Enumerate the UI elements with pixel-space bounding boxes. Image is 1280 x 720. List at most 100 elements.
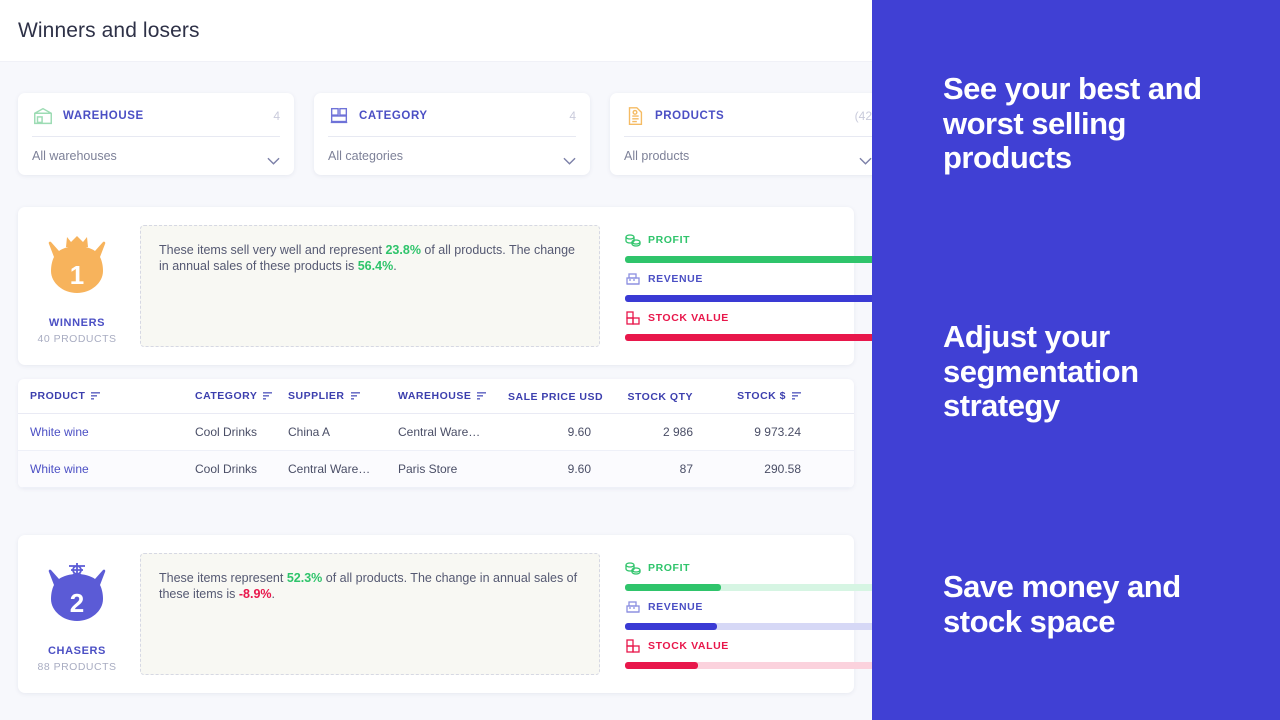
metric-bar-stock-value: STOCK VALUE	[625, 635, 854, 669]
col-label: PRODUCT	[30, 390, 85, 402]
filter-value: All products	[624, 149, 689, 163]
products-select[interactable]: All products	[624, 137, 872, 175]
col-category[interactable]: CATEGORY	[183, 379, 276, 414]
warehouse-select[interactable]: All warehouses	[32, 137, 280, 175]
metric-fill	[625, 334, 872, 341]
chevron-down-icon[interactable]	[563, 152, 576, 160]
svg-text:1: 1	[70, 260, 84, 290]
note-change: -8.9%	[239, 587, 272, 601]
filter-card-products[interactable]: PRODUCTS (42 All products	[610, 93, 872, 175]
metric-bar-profit: PROFIT	[625, 229, 854, 263]
segment-name: CHASERS	[48, 645, 106, 657]
warehouse-icon	[32, 105, 54, 127]
sort-icon[interactable]	[91, 391, 100, 403]
metric-head: STOCK VALUE	[625, 635, 854, 657]
metric-track	[625, 334, 872, 341]
metric-label: STOCK VALUE	[648, 312, 729, 324]
coins-icon	[625, 232, 641, 248]
filter-bar: WAREHOUSE 4 All warehouses	[0, 62, 872, 175]
screen: Winners and losers WAREHOUSE 4 All wareh…	[0, 0, 1280, 720]
coins-icon	[625, 560, 641, 576]
col-warehouse[interactable]: WAREHOUSE	[386, 379, 496, 414]
note-text-a: These items represent	[159, 571, 287, 585]
metric-bar-profit: PROFIT	[625, 557, 854, 591]
cell-product[interactable]: White wine	[18, 451, 183, 488]
table-header-row: PRODUCT CATEGORY SUPPLIER WAREHOUSE SALE…	[18, 379, 854, 414]
filter-count: 4	[569, 109, 576, 123]
cell-supplier: China A	[276, 414, 386, 451]
products-doc-icon	[624, 105, 646, 127]
category-select[interactable]: All categories	[328, 137, 576, 175]
segment-badge: 1 WINNERS 40 PRODUCTS	[18, 225, 136, 345]
table-row[interactable]: White wine Cool Drinks China A Central W…	[18, 414, 854, 451]
col-stock-value[interactable]: STOCK $	[705, 379, 813, 414]
cell-product[interactable]: White wine	[18, 414, 183, 451]
table: PRODUCT CATEGORY SUPPLIER WAREHOUSE SALE…	[18, 379, 854, 488]
note-share: 52.3%	[287, 571, 322, 585]
metric-fill	[625, 584, 721, 591]
metric-fill	[625, 662, 698, 669]
segment-metric-bars: PROFIT REVENUE	[600, 225, 854, 346]
filter-label: WAREHOUSE	[63, 110, 144, 122]
metric-track	[625, 295, 872, 302]
filter-header: CATEGORY 4	[328, 105, 576, 137]
col-stock-qty[interactable]: STOCK QTY	[603, 379, 705, 414]
note-change: 56.4%	[358, 259, 393, 273]
promo-heading-2: Adjust your segmentation strategy	[943, 320, 1262, 424]
note-text-c: .	[272, 587, 275, 601]
cell-warehouse: Paris Store	[386, 451, 496, 488]
metric-bar-stock-value: STOCK VALUE	[625, 307, 854, 341]
sort-icon[interactable]	[351, 391, 360, 403]
filter-header: WAREHOUSE 4	[32, 105, 280, 137]
filter-label: CATEGORY	[359, 110, 428, 122]
metric-label: PROFIT	[648, 234, 690, 246]
metric-fill	[625, 256, 872, 263]
metric-track	[625, 623, 872, 630]
chevron-down-icon[interactable]	[267, 152, 280, 160]
col-sale-price[interactable]: SALE PRICE USD	[496, 379, 603, 414]
promo-heading-1: See your best and worst selling products	[943, 72, 1262, 176]
sort-icon[interactable]	[263, 391, 272, 403]
metric-head: REVENUE	[625, 596, 854, 618]
filter-value: All warehouses	[32, 149, 117, 163]
bull-winner-icon: 1	[38, 233, 116, 307]
cell-stock-qty: 87	[603, 451, 705, 488]
col-supplier[interactable]: SUPPLIER	[276, 379, 386, 414]
segment-metric-bars: PROFIT REVENUE	[600, 553, 854, 674]
metric-head: REVENUE	[625, 268, 854, 290]
segment-products-count: 40 PRODUCTS	[37, 333, 116, 345]
table-row[interactable]: White wine Cool Drinks Central Wareh... …	[18, 451, 854, 488]
filter-card-warehouse[interactable]: WAREHOUSE 4 All warehouses	[18, 93, 294, 175]
cash-register-icon	[625, 271, 641, 287]
cell-category: Cool Drinks	[183, 451, 276, 488]
segment-note: These items sell very well and represent…	[140, 225, 600, 347]
metric-fill	[625, 623, 717, 630]
segment-badge: 2 CHASERS 88 PRODUCTS	[18, 553, 136, 673]
note-share: 23.8%	[385, 243, 420, 257]
metric-label: PROFIT	[648, 562, 690, 574]
cell-supplier: Central Wareh...	[276, 451, 386, 488]
category-boxes-icon	[328, 105, 350, 127]
col-product[interactable]: PRODUCT	[18, 379, 183, 414]
filter-value: All categories	[328, 149, 403, 163]
sort-icon[interactable]	[477, 391, 486, 403]
metric-bar-revenue: REVENUE	[625, 268, 854, 302]
chevron-down-icon[interactable]	[859, 152, 872, 160]
metric-bar-revenue: REVENUE	[625, 596, 854, 630]
promo-panel: See your best and worst selling products…	[872, 0, 1280, 720]
cell-stock-value: 290.58	[705, 451, 813, 488]
segment-card-winners: 1 WINNERS 40 PRODUCTS These items sell v…	[18, 207, 854, 365]
app-header: Winners and losers	[0, 0, 872, 62]
col-label: CATEGORY	[195, 390, 257, 402]
cell-stock-value: 9 973.24	[705, 414, 813, 451]
sort-icon[interactable]	[792, 391, 801, 403]
winners-table: PRODUCT CATEGORY SUPPLIER WAREHOUSE SALE…	[18, 379, 854, 488]
filter-card-category[interactable]: CATEGORY 4 All categories	[314, 93, 590, 175]
metric-track	[625, 662, 872, 669]
metric-head: PROFIT	[625, 557, 854, 579]
segment-name: WINNERS	[49, 317, 105, 329]
cash-register-icon	[625, 599, 641, 615]
segment-note: These items represent 52.3% of all produ…	[140, 553, 600, 675]
col-profit[interactable]: PROFIT	[813, 379, 854, 414]
metric-label: REVENUE	[648, 601, 703, 613]
